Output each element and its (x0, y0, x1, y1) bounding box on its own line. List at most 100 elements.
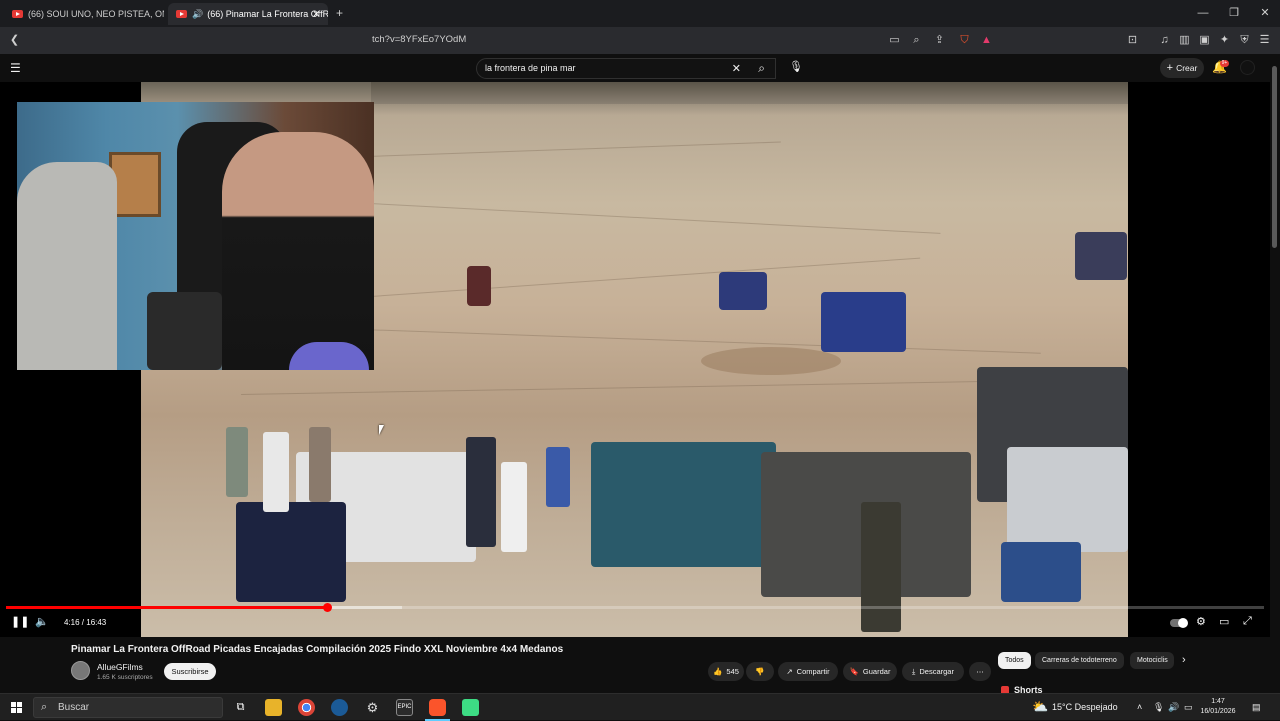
minimize-icon[interactable]: — (1196, 6, 1210, 20)
brave-shield-icon[interactable]: ⛉ (958, 34, 971, 47)
url-field[interactable]: tch?v=8YFxEo7YOdM (372, 34, 466, 45)
spectator (263, 432, 289, 512)
blue-quad (236, 502, 346, 602)
webcam-overlay (17, 102, 374, 370)
download-button[interactable]: ⤓ Descargar (902, 662, 964, 681)
clock-time: 1:47 (1211, 698, 1225, 705)
screenshot-icon[interactable]: ⊡ (1126, 34, 1139, 47)
steam-icon[interactable] (331, 699, 348, 716)
close-tab-icon[interactable]: ✕ (312, 9, 320, 20)
account-avatar[interactable] (1240, 60, 1255, 75)
chrome-icon[interactable] (298, 699, 315, 716)
taskbar-search[interactable]: ⌕ Buscar (33, 697, 223, 718)
tray-overflow-icon[interactable]: ˄ (1137, 702, 1142, 712)
search-icon[interactable]: ⌕ (758, 61, 765, 76)
restore-icon[interactable]: ❐ (1227, 6, 1241, 20)
leo-icon[interactable]: ✦ (1218, 34, 1231, 47)
windows-start-icon[interactable] (11, 702, 22, 713)
scrubber-handle[interactable] (322, 603, 332, 612)
task-view-icon[interactable]: ⧉ (232, 699, 249, 716)
trailer (1001, 542, 1081, 602)
back-icon[interactable]: ❮ (8, 34, 21, 47)
silver-pickup-truck (1007, 447, 1128, 552)
wallet-icon[interactable]: ▣ (1198, 34, 1211, 47)
android-app-icon[interactable] (462, 699, 479, 716)
progress-bar[interactable] (6, 603, 1264, 612)
thumbs-down-icon: 👎 (755, 667, 765, 676)
brave-browser-icon[interactable] (425, 699, 450, 721)
spectator (226, 427, 248, 497)
quad-bike (719, 272, 767, 310)
microphone-icon[interactable]: 🎙 (789, 60, 803, 73)
autoplay-toggle[interactable] (1170, 618, 1188, 628)
hamburger-icon[interactable]: ☰ (10, 61, 21, 75)
save-label: Guardar (862, 667, 891, 676)
settings-icon[interactable]: ⚙ (364, 699, 381, 716)
channel-name[interactable]: AllueGFilms (97, 662, 143, 672)
chip-all[interactable]: Todos (998, 652, 1031, 669)
search-query: la frontera de pina mar (485, 63, 576, 73)
vpn-icon[interactable]: ⛨ (1238, 34, 1251, 47)
new-tab-button[interactable]: + (336, 6, 343, 20)
browser-tab-bar: (66) SOUI UNO, NEO PISTEA, ONEY! 🔊 (66) … (0, 0, 1280, 27)
close-window-icon[interactable]: ✕ (1258, 6, 1272, 20)
search-icon: ⌕ (41, 701, 48, 713)
progress-buffered (326, 606, 403, 609)
browser-tab-1[interactable]: (66) SOUI UNO, NEO PISTEA, ONEY! (4, 3, 164, 25)
save-button[interactable]: 🔖 Guardar (843, 662, 897, 681)
chip-motorcycling[interactable]: Motociclis (1130, 652, 1174, 669)
zoom-icon[interactable]: ⌕ (910, 34, 923, 47)
more-actions-button[interactable]: ⋯ (969, 662, 991, 681)
tab-title: (66) Pinamar La Frontera OffR (207, 9, 328, 19)
fullscreen-icon[interactable]: ⤢ (1243, 615, 1252, 628)
download-label: Descargar (919, 667, 954, 676)
system-clock[interactable]: 1:47 16/01/2026 (1198, 697, 1238, 717)
spectator (309, 427, 331, 502)
search-input[interactable]: la frontera de pina mar ✕ ⌕ (476, 58, 776, 79)
chips-next-icon[interactable]: › (1182, 654, 1186, 666)
music-icon[interactable]: ♫ (1158, 34, 1171, 47)
microphone-tray-icon[interactable]: 🎙 (1153, 702, 1164, 713)
pause-icon[interactable]: ❚❚ (11, 615, 29, 628)
plus-icon: + (1166, 62, 1174, 74)
streamer (222, 132, 374, 370)
page-scrollbar[interactable] (1270, 54, 1280, 693)
rewards-icon[interactable]: ▲ (980, 34, 993, 47)
volume-tray-icon[interactable]: 🔊 (1168, 702, 1179, 713)
scroll-thumb[interactable] (1272, 66, 1277, 248)
clear-search-icon[interactable]: ✕ (732, 62, 741, 75)
like-button[interactable]: 👍 545 (708, 662, 744, 681)
dislike-button[interactable]: 👎 (746, 662, 774, 681)
clock-date: 16/01/2026 (1200, 708, 1236, 715)
sidebar-icon[interactable]: ▥ (1178, 34, 1191, 47)
chip-offroad-racing[interactable]: Carreras de todoterreno (1035, 652, 1124, 669)
tab-title: (66) SOUI UNO, NEO PISTEA, ONEY! (28, 9, 164, 19)
browser-tab-2[interactable]: 🔊 (66) Pinamar La Frontera OffR ✕ (168, 3, 328, 25)
subscriber-count: 1.65 K suscriptores (97, 674, 153, 681)
weather-status[interactable]: 15°C Despejado (1052, 702, 1118, 712)
spectator (466, 437, 496, 547)
settings-icon[interactable]: ⚙ (1196, 615, 1206, 628)
channel-avatar[interactable] (71, 661, 90, 680)
more-icon: ⋯ (976, 667, 984, 676)
like-count: 545 (726, 667, 739, 676)
speaker-icon: 🔊 (192, 8, 204, 19)
create-button[interactable]: + Crear (1160, 58, 1204, 78)
share-icon[interactable]: ⇪ (933, 34, 946, 47)
video-title: Pinamar La Frontera OffRoad Picadas Enca… (71, 644, 564, 655)
purple-lamp (289, 342, 369, 370)
download-icon: ⤓ (912, 666, 916, 676)
video-player[interactable] (0, 82, 1270, 637)
epic-games-icon[interactable]: EPIC (396, 699, 413, 716)
share-button[interactable]: ↗ Compartir (778, 662, 838, 681)
create-label: Crear (1176, 63, 1198, 73)
miniplayer-icon[interactable]: ▭ (1219, 615, 1229, 628)
cast-icon[interactable]: ▭ (888, 34, 901, 47)
file-explorer-icon[interactable] (265, 699, 282, 716)
network-tray-icon[interactable]: ▭ (1184, 702, 1193, 713)
weather-icon[interactable]: ⛅ (1032, 699, 1048, 715)
menu-icon[interactable]: ☰ (1258, 34, 1271, 47)
subscribe-button[interactable]: Suscribirse (164, 663, 216, 680)
notifications-icon[interactable]: ▤ (1252, 702, 1261, 713)
volume-icon[interactable]: 🔈 (35, 615, 49, 628)
